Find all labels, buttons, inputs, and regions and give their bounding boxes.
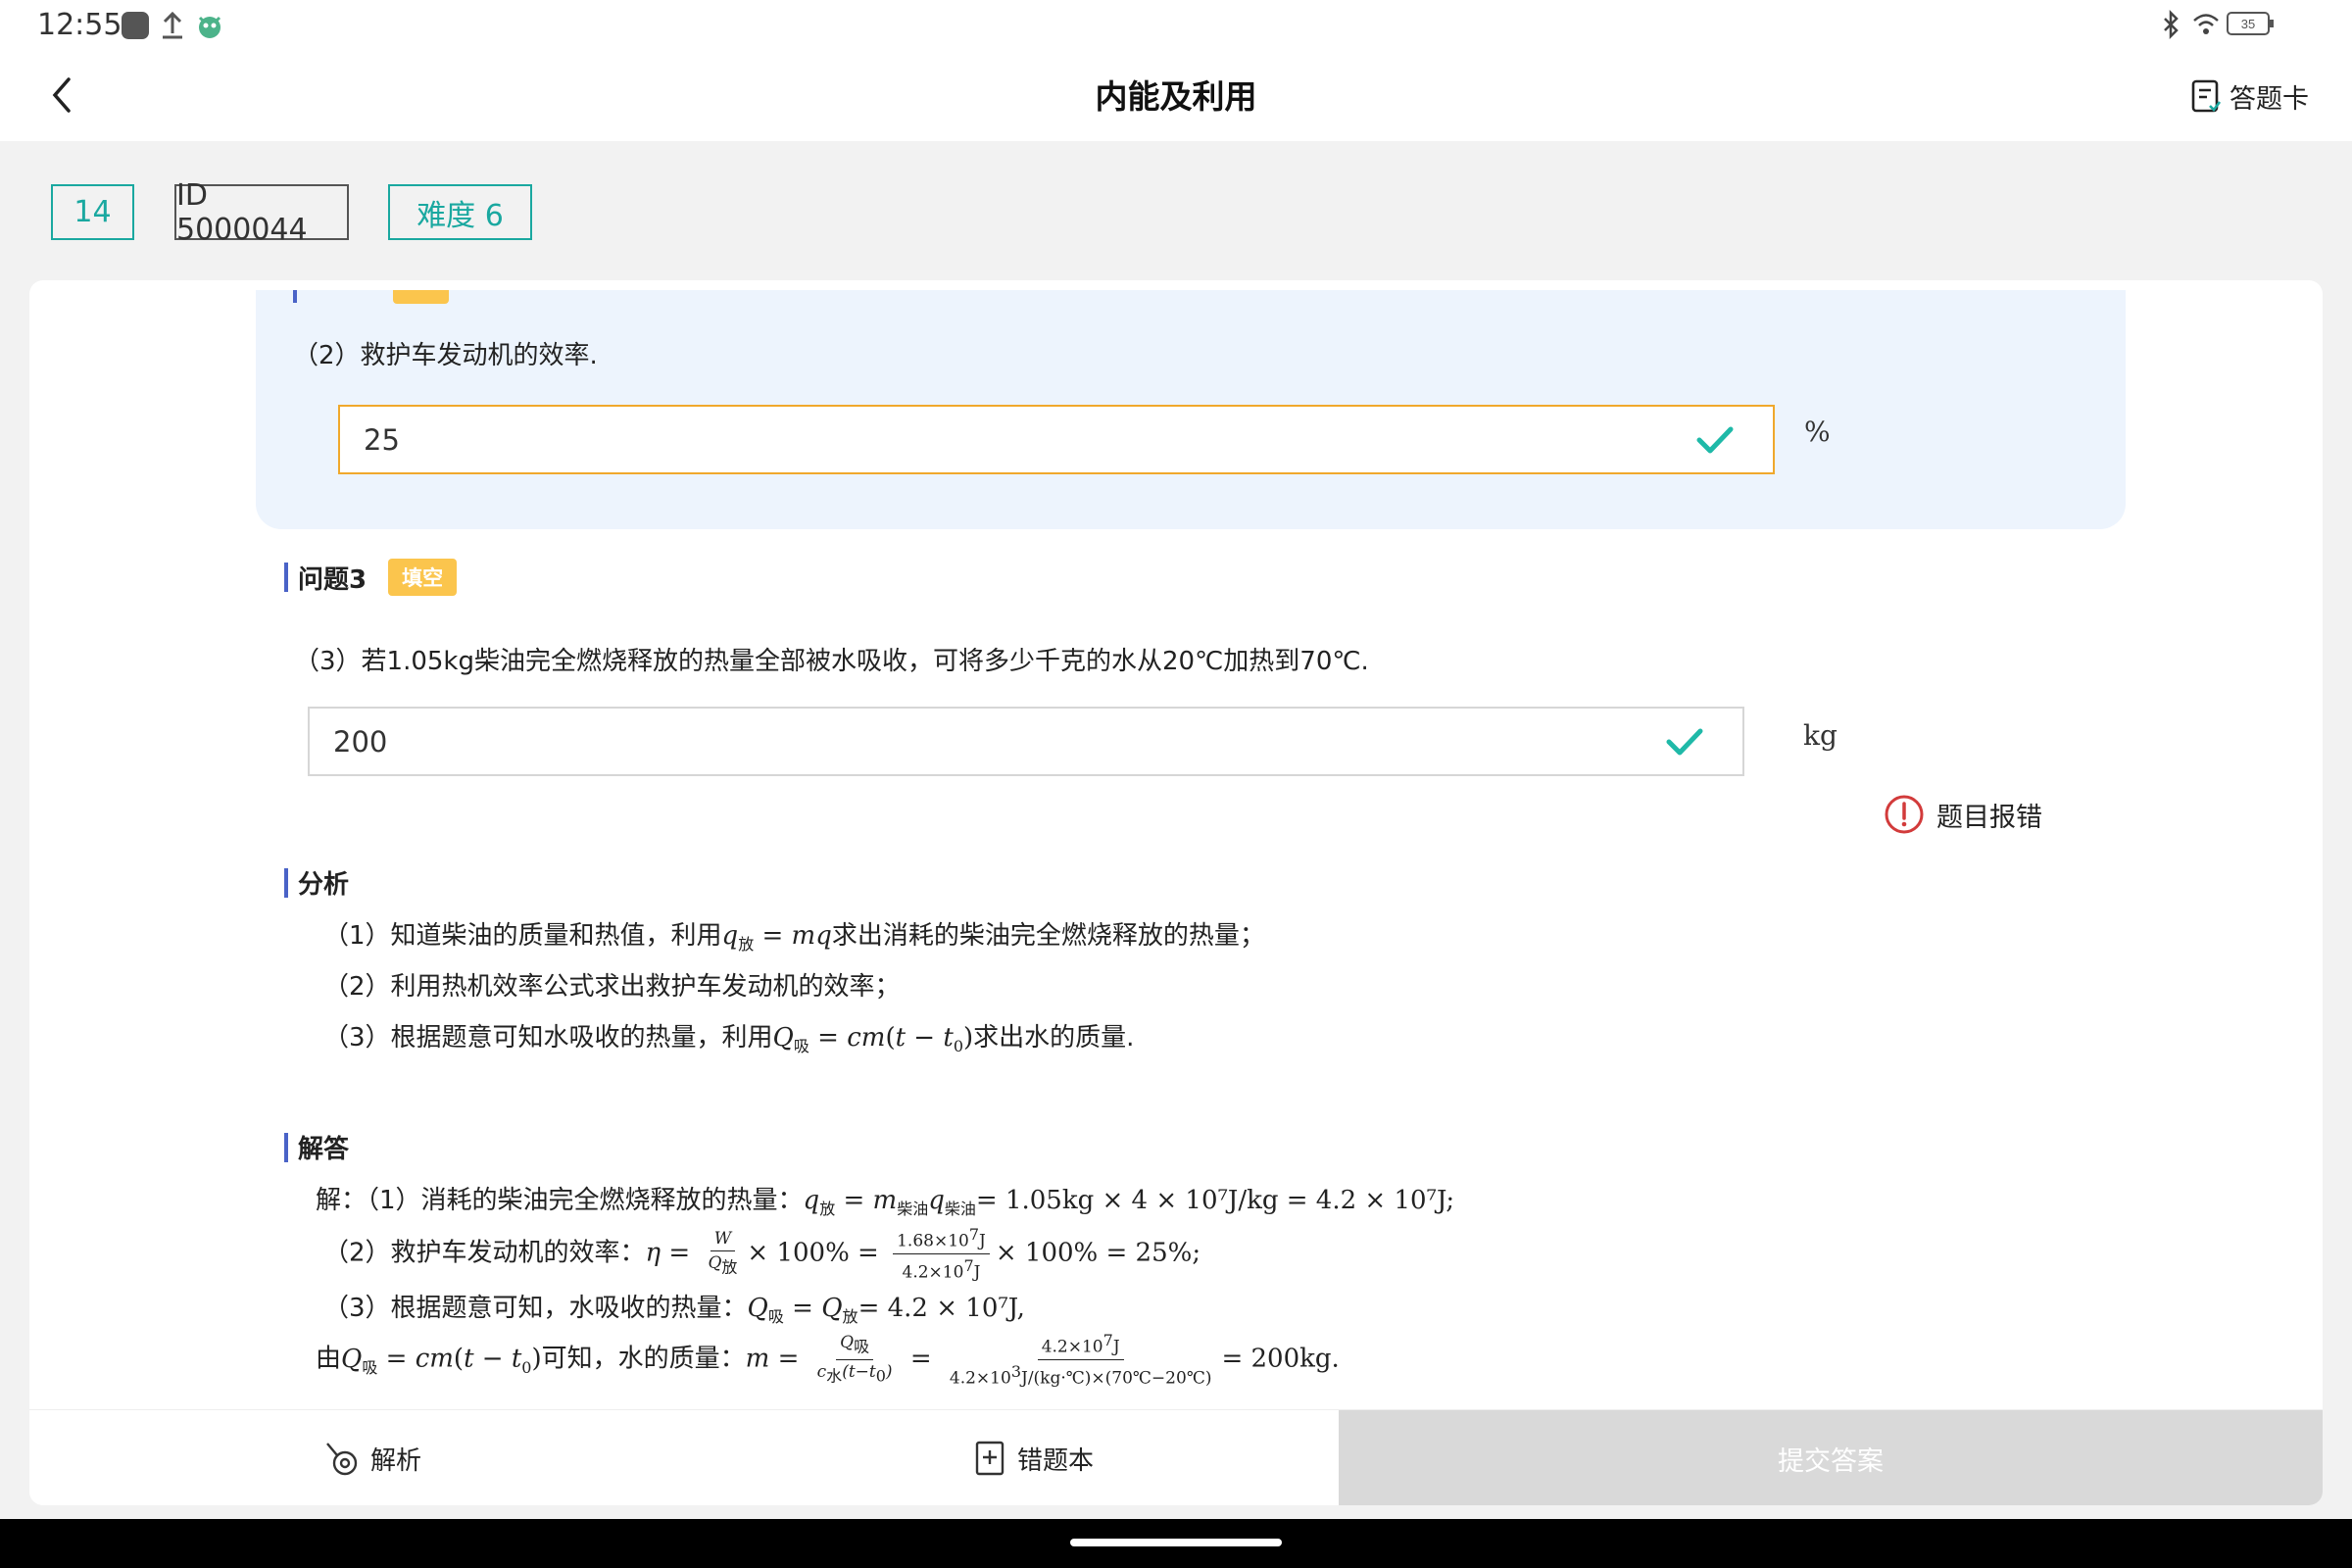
solution-header: 解答 [284, 1129, 349, 1165]
app-notification-icon [120, 10, 151, 45]
app-mascot-icon [194, 10, 225, 45]
question-2-answer-value: 25 [364, 422, 400, 457]
section-marker [284, 563, 288, 592]
report-error-label: 题目报错 [1936, 802, 2042, 833]
question-id-tag: ID 5000044 [174, 178, 349, 247]
analysis-line-1: （1）知道柴油的质量和热值，利用q放 = mq求出消耗的柴油完全燃烧释放的热量； [323, 921, 1265, 955]
fill-blank-tag [393, 290, 450, 304]
content-card: （2）救护车发动机的效率. 25 % 问题3 填空 （3）若1.05kg柴油完全… [29, 280, 2323, 1505]
solution-line-1: 解：（1）消耗的柴油完全燃烧释放的热量：q放 = m柴油q柴油= 1.05kg … [316, 1186, 1455, 1219]
check-icon [1696, 424, 1734, 463]
analysis-button[interactable]: 解析 [304, 1410, 441, 1505]
page-title: 内能及利用 [1095, 77, 1257, 116]
status-bar: 12:55 35 [0, 0, 2352, 49]
analysis-icon [326, 1443, 358, 1476]
question-3-text: （3）若1.05kg柴油完全燃烧释放的热量全部被水吸收，可将多少千克的水从20℃… [294, 647, 1369, 676]
analysis-button-label: 解析 [369, 1446, 421, 1476]
wrong-book-icon [975, 1441, 1004, 1476]
home-gesture-handle[interactable] [1070, 1539, 1282, 1546]
solution-line-2: （2）救护车发动机的效率：η = W Q放 × 100% = 1.68×107J 4.… [323, 1225, 1201, 1283]
analysis-header: 分析 [284, 864, 349, 901]
check-icon [1666, 726, 1703, 764]
battery-icon: 35 [2227, 11, 2276, 40]
submit-answer-button[interactable]: 提交答案 [1339, 1410, 2323, 1505]
status-time: 12:55 [37, 8, 122, 42]
analysis-line-3: （3）根据题意可知水吸收的热量，利用Q吸 = cm(t − t0)求出水的质量. [323, 1023, 1135, 1056]
section-marker [293, 290, 297, 303]
solution-title: 解答 [298, 1135, 350, 1164]
solution-line-4: 由Q吸 = cm(t − t0)可知，水的质量：m = Q吸 c水(t−t0) =… [316, 1331, 1340, 1389]
question-3-answer-value: 200 [333, 724, 388, 759]
answer-card-icon [2191, 79, 2222, 113]
question-number-tag: 14 [51, 184, 134, 240]
question-2-header [293, 290, 450, 308]
question-3-unit: kg [1803, 719, 1838, 752]
question-2-unit: % [1804, 416, 1831, 448]
question-2-answer-input[interactable]: 25 [338, 405, 1775, 474]
answer-card-button[interactable]: 答题卡 [2190, 74, 2309, 118]
section-marker [284, 1132, 288, 1162]
question-3-answer-input[interactable]: 200 [308, 707, 1744, 776]
system-nav-bar [0, 1519, 2352, 1568]
solution-line-3: （3）根据题意可知，水吸收的热量：Q吸 = Q放= 4.2 × 10⁷J, [323, 1294, 1025, 1327]
answer-card-label: 答题卡 [2230, 83, 2309, 115]
question-3-label: 问题3 [298, 564, 368, 595]
app-header: 内能及利用 答题卡 [0, 49, 2352, 141]
upload-icon [159, 10, 186, 45]
wrong-book-label: 错题本 [1016, 1446, 1094, 1476]
bluetooth-icon [2160, 9, 2181, 43]
analysis-line-2: （2）利用热机效率公式求出救护车发动机的效率； [323, 972, 901, 1002]
bottom-action-bar: 解析 错题本 提交答案 [29, 1409, 2323, 1505]
analysis-title: 分析 [298, 870, 350, 900]
battery-level: 35 [2241, 17, 2255, 31]
wrong-book-button[interactable]: 错题本 [951, 1410, 1117, 1505]
wifi-icon [2191, 10, 2221, 43]
section-marker [284, 867, 288, 898]
alert-icon [1885, 795, 1924, 834]
question-3-header: 问题3 填空 [284, 559, 458, 596]
difficulty-tag: 难度 6 [388, 184, 532, 240]
question-2-panel: （2）救护车发动机的效率. 25 % [256, 290, 2126, 529]
question-2-text: （2）救护车发动机的效率. [293, 341, 598, 370]
report-error-button[interactable]: 题目报错 [1884, 794, 2042, 835]
fill-blank-tag: 填空 [388, 559, 458, 596]
